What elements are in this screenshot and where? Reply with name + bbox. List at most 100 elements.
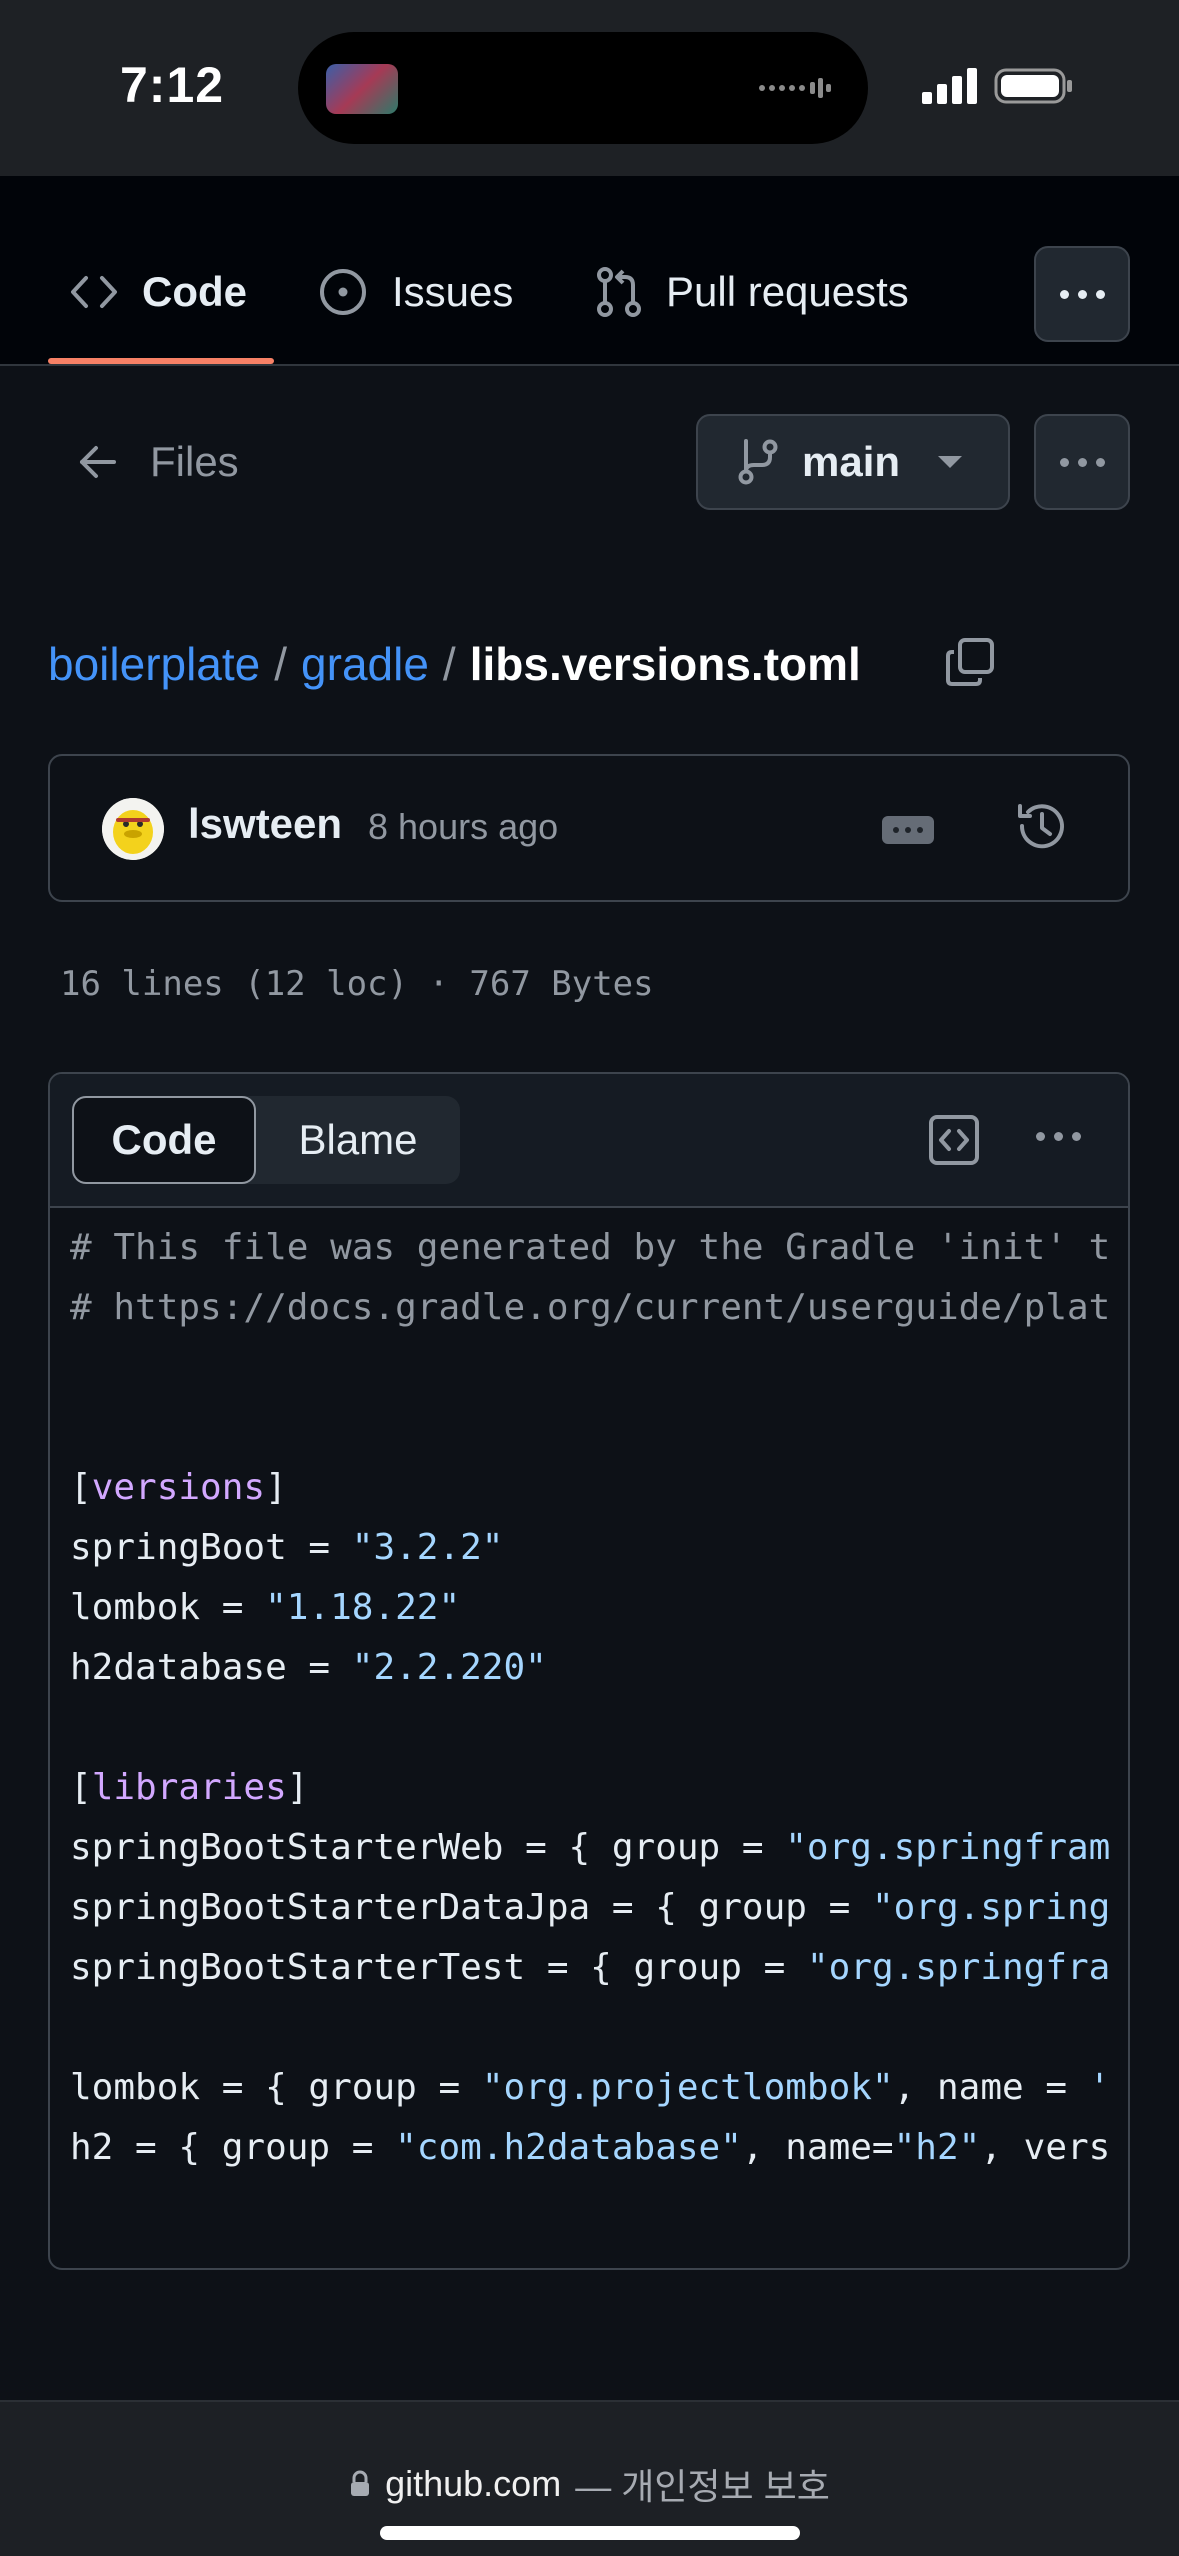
code-token-plain: lombok = { group = xyxy=(70,2067,482,2108)
git-pull-request-icon xyxy=(597,267,641,317)
code-line: [versions] xyxy=(70,1458,1128,1518)
file-actions-more-button[interactable] xyxy=(1034,414,1130,510)
active-tab-indicator xyxy=(48,358,274,364)
code-token-plain: springBootStarterDataJpa = { group = xyxy=(70,1887,872,1928)
code-viewer: Code Blame # This file was generated by … xyxy=(48,1072,1130,2270)
code-line: lombok = "1.18.22" xyxy=(70,1578,1128,1638)
avatar[interactable] xyxy=(102,798,164,860)
code-token-plain: , name= xyxy=(741,2127,894,2168)
code-token-plain: lombok = xyxy=(70,1587,266,1628)
breadcrumb-folder-link[interactable]: gradle xyxy=(301,637,429,691)
code-icon xyxy=(71,276,117,308)
tab-issues[interactable]: Issues xyxy=(318,262,513,322)
lock-icon xyxy=(351,2470,370,2496)
code-viewer-header: Code Blame xyxy=(50,1074,1128,1208)
latest-commit-box: lswteen 8 hours ago xyxy=(48,754,1130,902)
code-token-comment: # https://docs.gradle.org/current/usergu… xyxy=(70,1287,1111,1328)
commit-message-toggle[interactable] xyxy=(882,816,934,844)
code-more-options-icon[interactable] xyxy=(1036,1132,1081,1141)
code-content[interactable]: # This file was generated by the Gradle … xyxy=(70,1208,1128,2268)
file-meta: 16 lines (12 loc) · 767 Bytes xyxy=(60,964,654,1004)
tab-code-view[interactable]: Code xyxy=(72,1096,256,1184)
code-token-plain: springBootStarterWeb = { group = xyxy=(70,1827,786,1868)
code-line: springBoot = "3.2.2" xyxy=(70,1518,1128,1578)
tab-issues-label: Issues xyxy=(392,268,514,315)
code-line: h2database = "2.2.220" xyxy=(70,1638,1128,1698)
code-token-section: libraries xyxy=(91,1767,287,1808)
code-token-string: "2.2.220" xyxy=(351,1647,547,1688)
code-token-section: versions xyxy=(91,1467,266,1508)
home-indicator[interactable] xyxy=(380,2526,800,2540)
kebab-horizontal-icon xyxy=(1059,457,1105,467)
code-token-string: "3.2.2" xyxy=(351,1527,504,1568)
code-line: # https://docs.gradle.org/current/usergu… xyxy=(70,1278,1128,1338)
triangle-down-icon xyxy=(938,456,963,468)
audio-waveform-icon xyxy=(759,78,831,98)
code-token-string: "org.springfra xyxy=(806,1947,1111,1988)
branch-name: main xyxy=(802,438,901,485)
kebab-horizontal-icon xyxy=(1059,289,1105,299)
tab-code[interactable]: Code xyxy=(70,262,247,322)
commit-author[interactable]: lswteen xyxy=(188,800,342,848)
copy-path-icon[interactable] xyxy=(944,636,996,688)
code-token-string: "org.spring xyxy=(871,1887,1111,1928)
code-line: [libraries] xyxy=(70,1758,1128,1818)
branch-selector-button[interactable]: main xyxy=(696,414,1010,510)
now-playing-thumbnail xyxy=(326,64,398,114)
code-token-string: "org.springfram xyxy=(785,1827,1111,1868)
privacy-label: — 개인정보 보호 xyxy=(575,2466,830,2507)
symbols-icon[interactable] xyxy=(928,1114,980,1166)
history-icon[interactable] xyxy=(1014,798,1070,854)
breadcrumb-current-file: libs.versions.toml xyxy=(469,638,861,690)
code-line: lombok = { group = "org.projectlombok", … xyxy=(70,2058,1128,2118)
code-line: springBootStarterWeb = { group = "org.sp… xyxy=(70,1818,1128,1878)
status-time: 7:12 xyxy=(120,57,225,113)
code-token-string: "h2" xyxy=(893,2127,981,2168)
code-token-plain: [ xyxy=(70,1767,92,1808)
url-display[interactable]: github.com — 개인정보 보호 xyxy=(0,2458,1179,2510)
breadcrumb-repo-link[interactable]: boilerplate xyxy=(48,637,260,691)
code-line: # This file was generated by the Gradle … xyxy=(70,1218,1128,1278)
code-token-plain: h2 = { group = xyxy=(70,2127,396,2168)
dynamic-island[interactable] xyxy=(298,32,868,144)
tab-blame-view[interactable]: Blame xyxy=(256,1096,460,1184)
code-line: springBootStarterDataJpa = { group = "or… xyxy=(70,1878,1128,1938)
code-token-plain: ] xyxy=(286,1767,309,1808)
repo-nav: Code Issues Pull requests xyxy=(0,176,1179,366)
code-token-string: "org.projectlombok" xyxy=(481,2067,894,2108)
code-token-string: ' xyxy=(1088,2067,1111,2108)
commit-time: 8 hours ago xyxy=(368,806,559,847)
issue-opened-icon xyxy=(320,269,366,315)
breadcrumb-separator: / xyxy=(442,638,456,690)
arrow-left-icon xyxy=(80,446,116,478)
browser-url-bar[interactable]: github.com — 개인정보 보호 xyxy=(0,2400,1179,2556)
avatar-image xyxy=(102,798,164,860)
breadcrumb-separator: / xyxy=(274,638,288,690)
code-token-plain: springBootStarterTest = { group = xyxy=(70,1947,807,1988)
nav-more-button[interactable] xyxy=(1034,246,1130,342)
git-branch-icon xyxy=(738,439,778,485)
back-to-files-label: Files xyxy=(150,438,239,485)
code-line: h2 = { group = "com.h2database", name="h… xyxy=(70,2118,1128,2178)
view-mode-segmented-control: Code Blame xyxy=(72,1096,460,1184)
code-token-plain: ] xyxy=(265,1467,287,1508)
code-token-plain: [ xyxy=(70,1467,92,1508)
code-token-plain: h2database = xyxy=(70,1647,352,1688)
code-token-plain: springBoot = xyxy=(70,1527,352,1568)
code-token-plain: , name = xyxy=(893,2067,1089,2108)
code-token-comment: # This file was generated by the Gradle … xyxy=(70,1227,1111,1268)
status-bar: 7:12 xyxy=(0,0,1179,176)
tab-pull-requests-label: Pull requests xyxy=(666,268,909,315)
code-token-string: "com.h2database" xyxy=(395,2127,742,2168)
code-token-plain: , vers xyxy=(980,2127,1111,2168)
code-token-string: "1.18.22" xyxy=(265,1587,461,1628)
back-to-files-link[interactable]: Files xyxy=(78,432,239,492)
tab-code-label: Code xyxy=(142,268,247,315)
url-host: github.com xyxy=(385,2463,562,2504)
breadcrumb: boilerplate / gradle / libs.versions.tom… xyxy=(48,632,861,696)
tab-pull-requests[interactable]: Pull requests xyxy=(596,262,909,322)
